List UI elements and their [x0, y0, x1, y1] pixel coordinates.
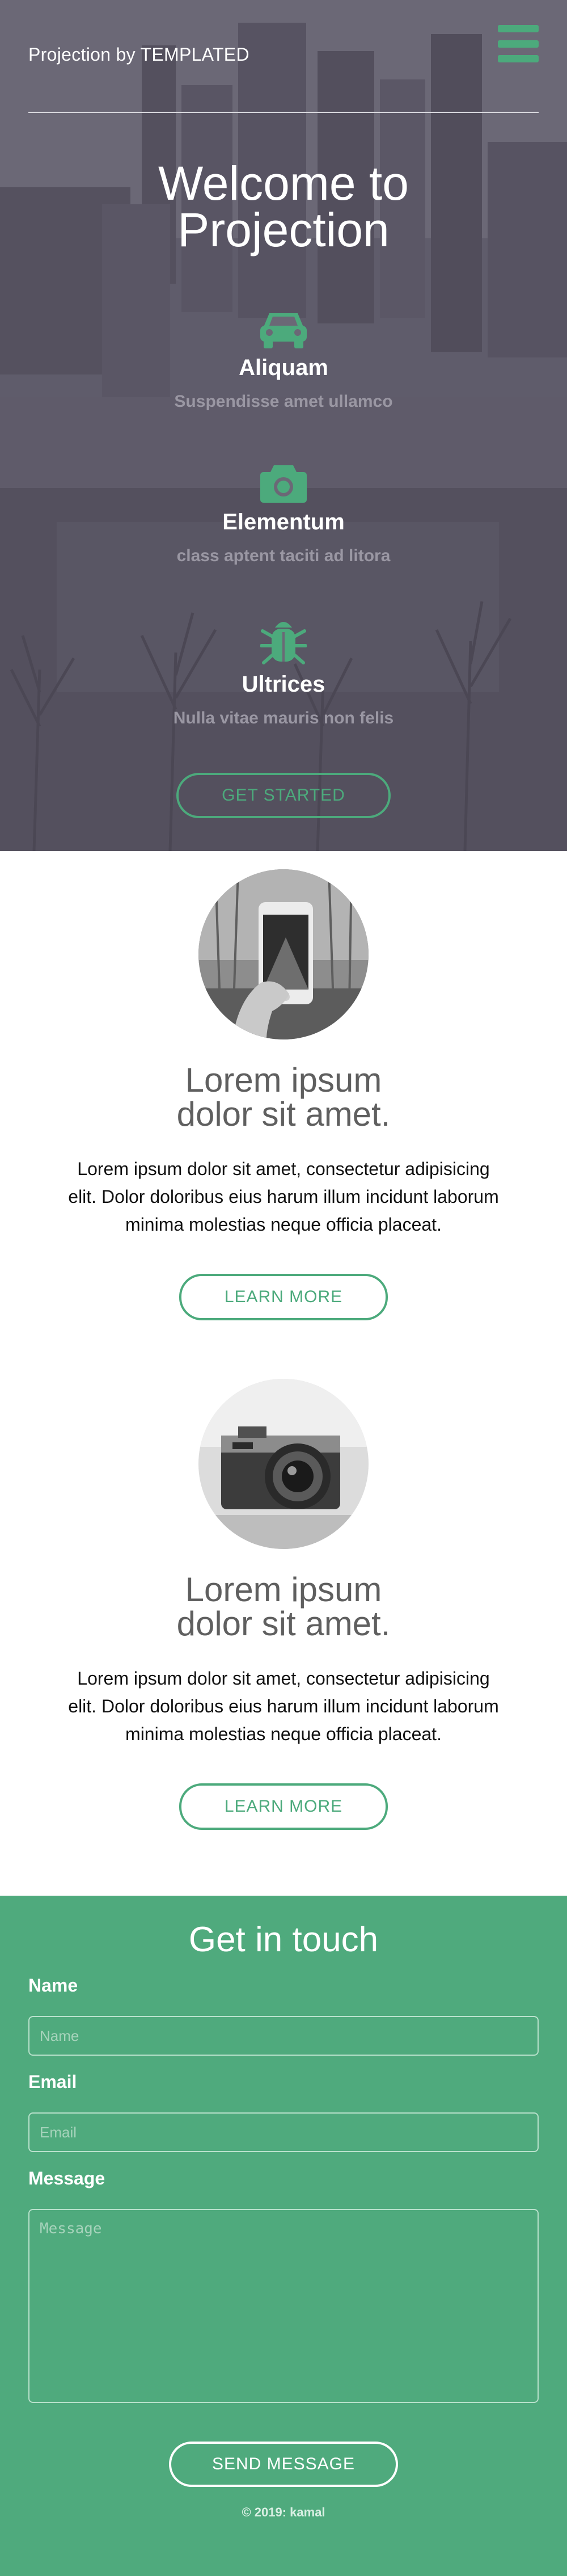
send-message-button[interactable]: SEND MESSAGE — [169, 2442, 398, 2487]
article-title: Lorem ipsum dolor sit amet. — [0, 1063, 567, 1131]
article-text: Lorem ipsum dolor sit amet, consectetur … — [68, 1668, 499, 1744]
feature-subtitle: class aptent taciti ad litora — [176, 546, 391, 565]
article-title-line2: dolor sit amet. — [176, 1095, 391, 1133]
message-label: Message — [28, 2168, 105, 2188]
article-title-line1: Lorem ipsum — [185, 1061, 382, 1099]
phone-photo-image — [198, 869, 369, 1039]
menu-bar-bottom — [498, 55, 539, 62]
feature-subtitle: Nulla vitae mauris non felis — [173, 709, 394, 727]
message-field[interactable] — [28, 2209, 539, 2403]
name-label: Name — [28, 1975, 78, 1996]
feature-subtitle: Suspendisse amet ullamco — [174, 392, 393, 411]
feature-ultrices: Ultrices Nulla vitae mauris non felis — [0, 617, 567, 728]
menu-bar-top — [498, 25, 539, 32]
article-title-line1: Lorem ipsum — [185, 1571, 382, 1609]
email-field[interactable] — [28, 2112, 539, 2152]
feature-title: Aliquam — [239, 355, 328, 380]
article-title: Lorem ipsum dolor sit amet. — [0, 1573, 567, 1641]
learn-more-button[interactable]: LEARN MORE — [179, 1274, 388, 1320]
article-text: Lorem ipsum dolor sit amet, consectetur … — [68, 1159, 499, 1235]
feature-aliquam: Aliquam Suspendisse amet ullamco — [0, 311, 567, 411]
bug-icon — [260, 622, 307, 664]
articles-section: Lorem ipsum dolor sit amet. Lorem ipsum … — [0, 851, 567, 1896]
hero-banner: Projection by TEMPLATED Welcome to Proje… — [0, 0, 567, 851]
copyright-text: © 2019: kamal — [242, 2505, 325, 2519]
header-divider — [28, 112, 539, 113]
menu-bar-middle — [498, 40, 539, 48]
feature-title: Elementum — [222, 510, 345, 534]
hero-title-line2: Projection — [177, 203, 390, 256]
hero-title-line1: Welcome to — [158, 157, 409, 210]
email-label: Email — [28, 2072, 77, 2092]
name-field[interactable] — [28, 2016, 539, 2056]
feature-title: Ultrices — [242, 672, 325, 697]
camera-photo-image — [198, 1379, 369, 1549]
article-title-line2: dolor sit amet. — [176, 1605, 391, 1643]
car-icon — [260, 313, 307, 348]
get-started-button[interactable]: GET STARTED — [176, 773, 391, 818]
hero-title: Welcome to Projection — [0, 157, 567, 256]
contact-section: Get in touch Name Email Message SEND MES… — [0, 1896, 567, 2576]
article-phone: Lorem ipsum dolor sit amet. Lorem ipsum … — [0, 869, 567, 1320]
phone-photo — [198, 869, 369, 1039]
article-camera: Lorem ipsum dolor sit amet. Lorem ipsum … — [0, 1379, 567, 1830]
feature-elementum: Elementum class aptent taciti ad litora — [0, 465, 567, 566]
brand-link[interactable]: Projection by TEMPLATED — [28, 44, 249, 65]
hamburger-menu-icon[interactable] — [498, 25, 539, 62]
camera-icon — [260, 465, 307, 503]
camera-photo — [198, 1379, 369, 1549]
hero-content: Projection by TEMPLATED Welcome to Proje… — [0, 0, 567, 851]
learn-more-button[interactable]: LEARN MORE — [179, 1783, 388, 1830]
contact-title: Get in touch — [188, 1920, 379, 1959]
